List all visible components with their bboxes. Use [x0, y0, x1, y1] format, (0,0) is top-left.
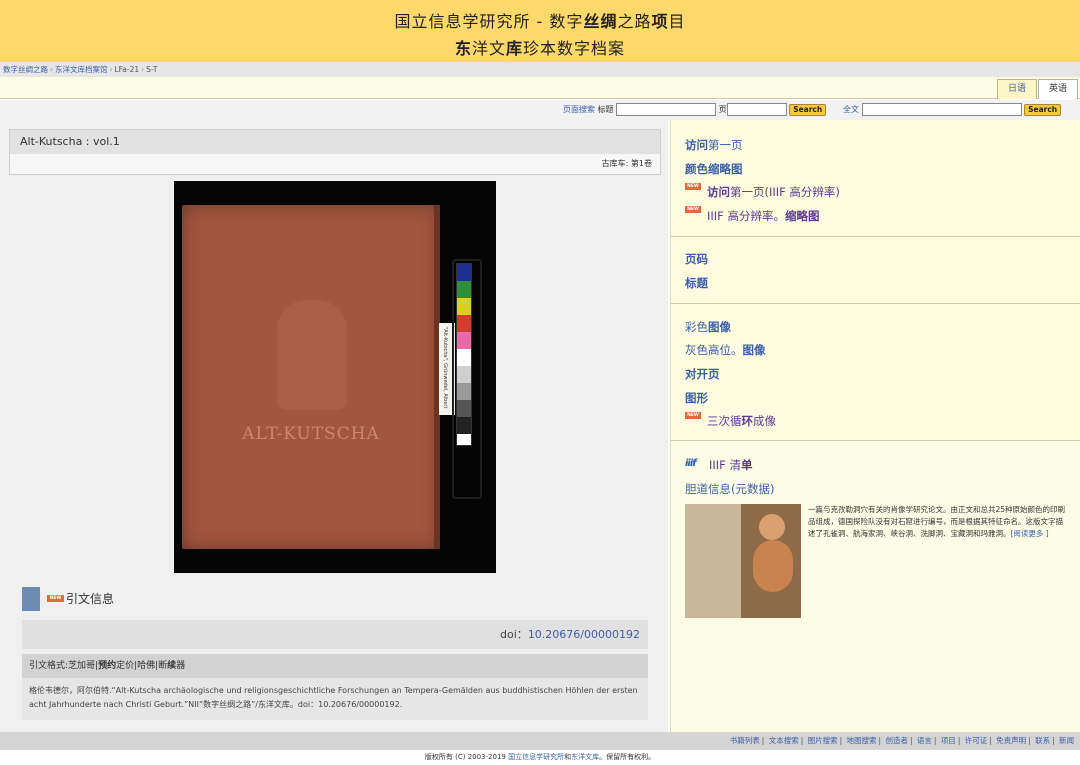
copyright-notice: 版权所有 (C) 2003-2019 国立信息学研究所和东洋文库。保留所有权利。	[424, 753, 656, 761]
breadcrumb-item-current: S-T	[146, 65, 158, 74]
sidebar-link-titles[interactable]: 标题	[685, 275, 708, 291]
tab-japanese[interactable]: 日语	[997, 79, 1037, 99]
sidebar-link-color-images[interactable]: 彩色图像	[685, 319, 731, 335]
read-more-link[interactable]: [阅读更多 ]	[1011, 529, 1049, 538]
sidebar-link-metadata[interactable]: 胆道信息(元数据)	[685, 481, 774, 497]
footer-link-map-search[interactable]: 地图搜索	[847, 736, 877, 745]
footer-link-contact[interactable]: 联系	[1035, 736, 1050, 745]
page-search-button[interactable]: Search	[789, 103, 827, 116]
sidebar-link-figures[interactable]: 图形	[685, 390, 708, 406]
book-description: 一篇与克孜勒洞穴有关的肖像学研究论文。由正文和总共25种原始颜色的印刷品组成，德…	[808, 505, 1066, 538]
cover-emblem	[277, 300, 347, 410]
breadcrumb-item-id: LFa-21	[114, 65, 140, 74]
sidebar-link-visit-first-page[interactable]: 访问第一页	[685, 137, 743, 153]
footer-link-disclaimer[interactable]: 免责声明	[996, 736, 1026, 745]
cover-title-text: ALT-KUTSCHA	[242, 424, 380, 444]
citation-heading-text: 引文信息	[66, 592, 115, 606]
title-label: 标题	[597, 105, 614, 114]
breadcrumb: 数字丝绸之路 › 东洋文库档案馆 › LFa-21 › S-T	[0, 62, 1080, 77]
footer-link-image-search[interactable]: 图片搜索	[808, 736, 838, 745]
doi-label: doi：	[500, 628, 528, 641]
language-tab-bar: 日语 英语	[0, 77, 1080, 99]
book-cover-scan[interactable]: ALT-KUTSCHA "Alt-Kutscha", Grünwedel, Al…	[174, 181, 496, 573]
book-title: Alt-Kutscha : vol.1	[10, 130, 660, 154]
footer-links: 书籍列表 | 文本搜索 | 图片搜索 | 地图搜索 | 创造者 | 语言 | 项目 | 许可证…	[0, 732, 1080, 750]
sidebar-link-color-thumbnails[interactable]: 颜色缩略图	[685, 161, 743, 177]
footer-link-book-list[interactable]: 书籍列表	[730, 736, 760, 745]
page-search-group: 页面搜索 标题 页 Search	[563, 102, 827, 117]
fulltext-search-button[interactable]: Search	[1024, 103, 1062, 116]
new-badge: NEW	[685, 412, 701, 419]
citation-reference-text: 格伦韦德尔，阿尔伯特.“Alt-Kutscha archäologische u…	[22, 678, 648, 720]
breadcrumb-link-home[interactable]: 数字丝绸之路	[3, 65, 48, 74]
doi-link[interactable]: 10.20676/00000192	[528, 628, 640, 641]
footer-link-toyo-bunko[interactable]: 东洋文库	[571, 753, 599, 761]
doi-row: doi：10.20676/00000192	[22, 620, 648, 649]
book-title-box: Alt-Kutscha : vol.1 古库车: 第1卷	[9, 129, 661, 175]
new-badge: NEW	[685, 183, 701, 190]
sidebar-section-index	[671, 237, 1080, 304]
footer-link-news[interactable]: 新闻	[1059, 736, 1074, 745]
footer-link-language[interactable]: 语言	[917, 736, 932, 745]
fulltext-search-group: 全文 Search	[843, 102, 1062, 117]
site-title: 国立信息学研究所 - 数字丝绸之路项目	[394, 12, 686, 31]
breadcrumb-link-archive[interactable]: 东洋文库档案馆	[55, 65, 108, 74]
citation-marker	[22, 587, 40, 611]
book-cover: ALT-KUTSCHA	[182, 205, 440, 549]
new-badge: NEW	[685, 206, 701, 213]
search-bar: 页面搜索 标题 页 Search 全文 Search	[0, 100, 1080, 120]
site-header: 国立信息学研究所 - 数字丝绸之路项目 东洋文库珍本数字档案	[0, 0, 1080, 62]
sidebar-link-3d-imaging[interactable]: 三次循环成像	[707, 413, 776, 429]
footer-link-creators[interactable]: 创造者	[885, 736, 908, 745]
main-content: Alt-Kutscha : vol.1 古库车: 第1卷 ALT-KUTSCHA…	[0, 120, 668, 732]
sidebar-link-gray-images[interactable]: 灰色高位。图像	[685, 342, 766, 358]
citation-format-row[interactable]: 引文格式:芝加哥|预约定价|哈佛|断续器	[22, 654, 648, 678]
new-badge: NEW	[47, 595, 64, 602]
sidebar-link-iiif-manifest[interactable]: IIIF 清单	[709, 457, 752, 473]
page-search-link[interactable]: 页面搜索	[563, 105, 595, 114]
fulltext-search-input[interactable]	[861, 103, 1022, 116]
sidebar-link-iiif-first-page[interactable]: 访问第一页(IIIF 高分辨率)	[707, 184, 840, 200]
page-label: 页	[718, 105, 727, 114]
sidebar-link-page-numbers[interactable]: 页码	[685, 251, 708, 267]
fulltext-link[interactable]: 全文	[843, 105, 859, 114]
book-volume: 古库车: 第1卷	[601, 159, 652, 168]
iiif-logo-icon: iiif	[685, 458, 697, 469]
page-number-input[interactable]	[726, 103, 787, 116]
tab-english[interactable]: 英语	[1038, 79, 1078, 99]
footer-link-nii[interactable]: 国立信息学研究所	[508, 753, 564, 761]
sidebar: 访问第一页 颜色缩略图 NEW 访问第一页(IIIF 高分辨率) NEW III…	[670, 120, 1080, 732]
mural-thumbnail-image[interactable]	[685, 504, 801, 618]
footer-link-license[interactable]: 许可证	[965, 736, 988, 745]
site-subtitle: 东洋文库珍本数字档案	[454, 39, 626, 58]
footer-link-text-search[interactable]: 文本搜索	[769, 736, 799, 745]
sidebar-link-spreads[interactable]: 对开页	[685, 366, 720, 382]
title-search-input[interactable]	[616, 103, 717, 116]
footer-link-project[interactable]: 项目	[941, 736, 956, 745]
sidebar-link-iiif-thumbnails[interactable]: IIIF 高分辨率。缩略图	[707, 208, 819, 224]
color-calibration-bar	[456, 263, 472, 446]
